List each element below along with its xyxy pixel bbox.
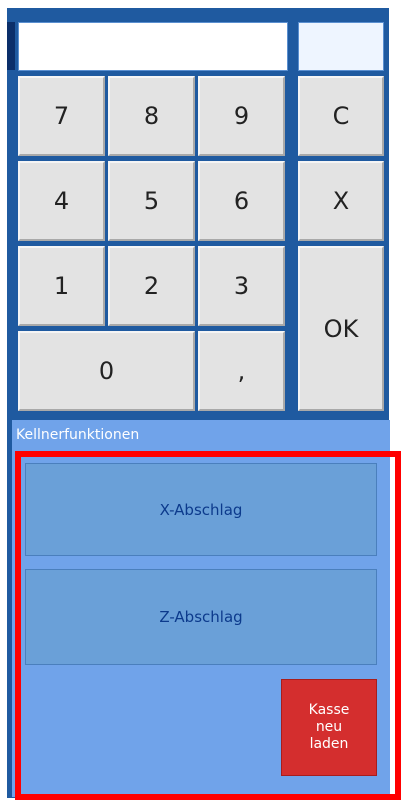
highlight-box — [15, 451, 401, 800]
secondary-input[interactable] — [298, 22, 384, 71]
key-3[interactable]: 3 — [198, 246, 285, 326]
key-0[interactable]: 0 — [18, 331, 195, 411]
key-6[interactable]: 6 — [198, 161, 285, 241]
amount-input[interactable] — [18, 22, 288, 71]
key-comma[interactable]: , — [198, 331, 285, 411]
key-1[interactable]: 1 — [18, 246, 105, 326]
left-accent-bar — [7, 22, 15, 70]
key-clear[interactable]: C — [298, 76, 384, 156]
key-4[interactable]: 4 — [18, 161, 105, 241]
key-8[interactable]: 8 — [108, 76, 195, 156]
section-heading: Kellnerfunktionen — [16, 427, 140, 443]
key-9[interactable]: 9 — [198, 76, 285, 156]
key-7[interactable]: 7 — [18, 76, 105, 156]
key-2[interactable]: 2 — [108, 246, 195, 326]
key-ok[interactable]: OK — [298, 246, 384, 411]
key-5[interactable]: 5 — [108, 161, 195, 241]
key-cancel[interactable]: X — [298, 161, 384, 241]
